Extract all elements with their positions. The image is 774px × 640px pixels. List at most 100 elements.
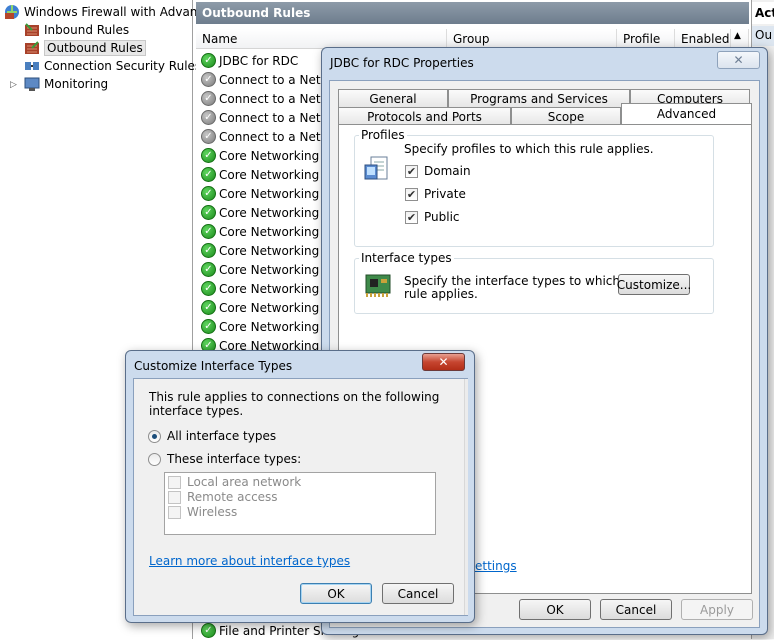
- interface-types-listbox: Local area network Remote access Wireles…: [164, 472, 436, 535]
- disabled-status-icon: ✓: [201, 72, 216, 87]
- tab-advanced[interactable]: Advanced: [621, 103, 752, 124]
- all-interface-types-radio[interactable]: All interface types: [148, 429, 276, 443]
- interface-types-description-line2: rule applies.: [404, 287, 478, 301]
- column-header-enabled[interactable]: Enabled: [675, 29, 731, 49]
- tab-general[interactable]: General: [338, 89, 448, 107]
- domain-checkbox[interactable]: ✔ Domain: [405, 164, 471, 178]
- tree-item-label: Monitoring: [44, 77, 109, 91]
- enabled-status-icon: ✓: [201, 319, 216, 334]
- checkbox-label: Private: [424, 187, 466, 201]
- rule-name: Core Networking -: [219, 262, 328, 277]
- tree-item-connection-security-rules[interactable]: Connection Security Rules: [24, 57, 201, 75]
- rule-name: Core Networking -: [219, 300, 328, 315]
- rule-name: Core Networking -: [219, 319, 328, 334]
- radio-label: All interface types: [167, 429, 277, 443]
- tree-item-inbound-rules[interactable]: Inbound Rules: [24, 21, 129, 39]
- firewall-icon: [5, 5, 19, 19]
- pane-title: Outbound Rules: [196, 2, 749, 24]
- radio-dot-icon: [148, 452, 161, 466]
- rule-name: Core Networking -: [219, 281, 328, 296]
- tree-root-item[interactable]: Windows Firewall with Advance: [4, 3, 211, 21]
- enabled-status-icon: ✓: [201, 623, 216, 638]
- checkbox-box: [168, 475, 181, 489]
- rule-name: Connect to a Netwo: [219, 72, 338, 87]
- profiles-description: Specify profiles to which this rule appl…: [404, 142, 654, 156]
- checkbox-box: [168, 490, 181, 504]
- rule-name: Core Networking -: [219, 224, 328, 239]
- inbound-rules-icon: [25, 23, 39, 36]
- enabled-status-icon: ✓: [201, 243, 216, 258]
- rule-name: Core Networking -: [219, 167, 328, 182]
- enabled-status-icon: ✓: [201, 167, 216, 182]
- connection-security-icon: [25, 62, 39, 70]
- column-headers: Name Group Profile Enabled ▲: [196, 29, 749, 49]
- settings-link[interactable]: ettings: [475, 559, 517, 573]
- rule-name: Connect to a Netwo: [219, 129, 338, 144]
- sort-arrow-icon[interactable]: ▲: [731, 29, 749, 49]
- radio-dot-icon: [148, 429, 161, 443]
- checkbox-check-icon: ✔: [405, 187, 418, 201]
- ok-button[interactable]: OK: [300, 583, 372, 604]
- intro-text: This rule applies to connections on the …: [149, 390, 440, 418]
- wireless-checkbox[interactable]: Wireless: [168, 505, 237, 519]
- enabled-status-icon: ✓: [201, 224, 216, 239]
- rule-name: Core Networking -: [219, 148, 328, 163]
- tab-programs-and-services[interactable]: Programs and Services: [448, 89, 630, 107]
- enabled-status-icon: ✓: [201, 148, 216, 163]
- scrollbar: [464, 379, 468, 615]
- tab-protocols-and-ports[interactable]: Protocols and Ports: [338, 107, 511, 125]
- remote-access-checkbox[interactable]: Remote access: [168, 490, 278, 504]
- enabled-status-icon: ✓: [201, 186, 216, 201]
- disabled-status-icon: ✓: [201, 91, 216, 106]
- local-area-network-checkbox[interactable]: Local area network: [168, 475, 301, 489]
- tree-item-monitoring[interactable]: Monitoring: [24, 75, 108, 93]
- outbound-rules-icon: [25, 41, 39, 54]
- checkbox-label: Public: [424, 210, 460, 224]
- rule-name: JDBC for RDC: [219, 53, 299, 68]
- enabled-status-icon: ✓: [201, 53, 216, 68]
- customize-button[interactable]: Customize...: [617, 274, 691, 295]
- rule-name: Connect to a Netwo: [219, 110, 338, 125]
- actions-header: Act: [752, 2, 774, 24]
- tree-item-label: Inbound Rules: [44, 23, 130, 37]
- close-icon[interactable]: ✕: [422, 353, 465, 371]
- profiles-icon: [364, 156, 388, 180]
- checkbox-check-icon: ✔: [405, 210, 418, 224]
- checkbox-label: Remote access: [187, 490, 278, 504]
- rule-name: Core Networking -: [219, 205, 328, 220]
- disabled-status-icon: ✓: [201, 110, 216, 125]
- public-checkbox[interactable]: ✔ Public: [405, 210, 460, 224]
- profiles-label: Profiles: [359, 128, 407, 142]
- interface-types-description: Specify the interface types to which thi…: [404, 275, 646, 301]
- actions-subheader[interactable]: Ou: [752, 26, 774, 46]
- ok-button[interactable]: OK: [519, 599, 591, 620]
- apply-button[interactable]: Apply: [681, 599, 753, 620]
- enabled-status-icon: ✓: [201, 300, 216, 315]
- dialog-body: This rule applies to connections on the …: [133, 378, 468, 616]
- interface-types-label: Interface types: [359, 251, 454, 265]
- enabled-status-icon: ✓: [201, 281, 216, 296]
- network-card-icon: [365, 274, 391, 297]
- tab-scope[interactable]: Scope: [511, 107, 621, 125]
- dialog-title: Customize Interface Types: [134, 359, 293, 373]
- enabled-status-icon: ✓: [201, 205, 216, 220]
- tree-item-outbound-rules[interactable]: Outbound Rules: [24, 39, 146, 57]
- dialog-title: JDBC for RDC Properties: [330, 56, 474, 70]
- column-header-profile[interactable]: Profile: [617, 29, 675, 49]
- these-interface-types-radio[interactable]: These interface types:: [148, 452, 301, 466]
- column-header-group[interactable]: Group: [447, 29, 617, 49]
- checkbox-box: [168, 505, 181, 519]
- disabled-status-icon: ✓: [201, 129, 216, 144]
- checkbox-label: Domain: [424, 164, 471, 178]
- tree-item-label: Connection Security Rules: [44, 59, 202, 73]
- cancel-button[interactable]: Cancel: [382, 583, 454, 604]
- learn-more-link[interactable]: Learn more about interface types: [149, 554, 350, 568]
- rule-name: Core Networking -: [219, 186, 328, 201]
- close-icon[interactable]: ✕: [717, 51, 760, 69]
- private-checkbox[interactable]: ✔ Private: [405, 187, 466, 201]
- monitoring-expander[interactable]: ▷: [10, 80, 18, 90]
- tree-item-label: Outbound Rules: [44, 40, 146, 56]
- column-header-name[interactable]: Name: [196, 29, 447, 49]
- cancel-button[interactable]: Cancel: [600, 599, 672, 620]
- enabled-status-icon: ✓: [201, 262, 216, 277]
